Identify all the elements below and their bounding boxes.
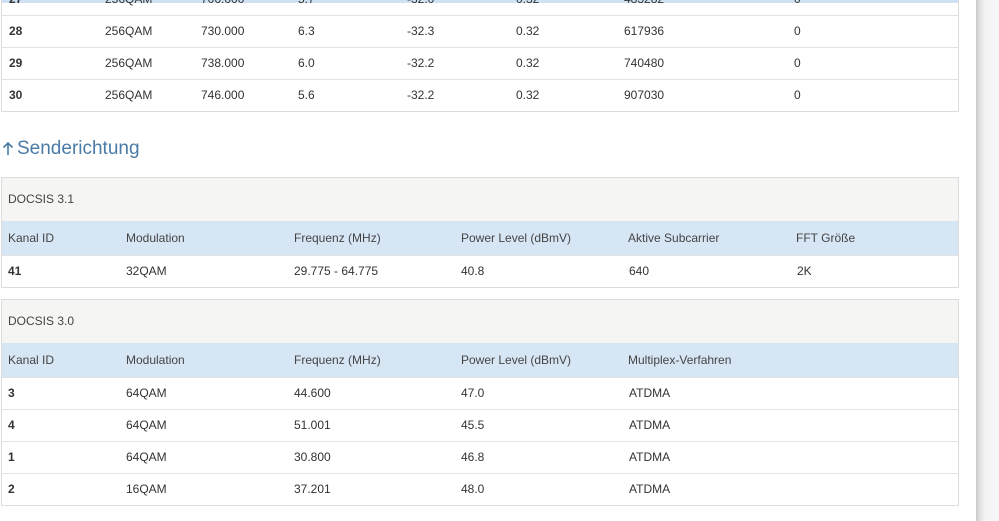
channel-id: 27 bbox=[9, 0, 22, 15]
power-level: 47.0 bbox=[461, 386, 485, 400]
latency: 0.32 bbox=[516, 24, 540, 38]
multiplex: ATDMA bbox=[629, 482, 671, 496]
header-modulation: Modulation bbox=[126, 231, 185, 245]
header-frequency: Frequenz (MHz) bbox=[294, 231, 381, 245]
channel-id: 30 bbox=[9, 88, 23, 102]
frequency: 37.201 bbox=[294, 482, 331, 496]
channel-id: 3 bbox=[8, 386, 15, 400]
channel-id: 1 bbox=[8, 450, 15, 464]
frequency: 29.775 - 64.775 bbox=[294, 264, 379, 278]
table-row: 27 256QAM 706.000 5.7 -32.0 0.32 483282 … bbox=[2, 0, 958, 16]
latency: 0.32 bbox=[516, 56, 540, 70]
downstream-table: 27 256QAM 706.000 5.7 -32.0 0.32 483282 … bbox=[1, 0, 959, 112]
power-level: 48.0 bbox=[461, 482, 485, 496]
mer: -32.2 bbox=[407, 56, 435, 70]
frequency: 706.000 bbox=[201, 0, 244, 15]
modulation: 256QAM bbox=[105, 24, 153, 38]
header-frequency: Frequenz (MHz) bbox=[294, 353, 381, 367]
header-fft-size: FFT Größe bbox=[796, 231, 856, 245]
power-level: 6.3 bbox=[298, 24, 315, 38]
table-row: 41 32QAM 29.775 - 64.775 40.8 640 2K bbox=[2, 255, 958, 287]
power-level: 6.0 bbox=[298, 56, 315, 70]
fft-size: 2K bbox=[797, 264, 812, 278]
table-row: 30 256QAM 746.000 5.6 -32.2 0.32 907030 … bbox=[2, 80, 958, 111]
frequency: 44.600 bbox=[294, 386, 331, 400]
section-title-upstream[interactable]: Senderichtung bbox=[1, 136, 140, 162]
header-modulation: Modulation bbox=[126, 353, 185, 367]
header-multiplex: Multiplex-Verfahren bbox=[628, 353, 732, 367]
channel-id: 29 bbox=[9, 56, 23, 70]
modulation: 256QAM bbox=[105, 56, 153, 70]
corrected-errors: 617936 bbox=[624, 24, 665, 38]
header-active-subcarrier: Aktive Subcarrier bbox=[628, 231, 720, 245]
docsis31-box: DOCSIS 3.1 Kanal ID Modulation Frequenz … bbox=[1, 177, 959, 288]
docsis30-header-row: Kanal ID Modulation Frequenz (MHz) Power… bbox=[2, 343, 958, 377]
latency: 0.32 bbox=[516, 88, 540, 102]
corrected-errors: 483282 bbox=[624, 0, 664, 15]
modulation: 256QAM bbox=[105, 88, 153, 102]
header-channel-id: Kanal ID bbox=[8, 353, 55, 367]
multiplex: ATDMA bbox=[629, 418, 671, 432]
header-power-level: Power Level (dBmV) bbox=[461, 231, 572, 245]
table-row: 1 64QAM 30.800 46.8 ATDMA bbox=[2, 441, 958, 473]
mer: -32.0 bbox=[407, 0, 434, 15]
uncorrectable-errors: 0 bbox=[794, 0, 801, 15]
docsis31-header-row: Kanal ID Modulation Frequenz (MHz) Power… bbox=[2, 221, 958, 255]
modulation: 64QAM bbox=[126, 418, 167, 432]
frequency: 51.001 bbox=[294, 418, 331, 432]
uncorrectable-errors: 0 bbox=[794, 56, 801, 70]
channel-id: 2 bbox=[8, 482, 15, 496]
modulation: 64QAM bbox=[126, 450, 167, 464]
page: 27 256QAM 706.000 5.7 -32.0 0.32 483282 … bbox=[0, 0, 976, 521]
power-level: 40.8 bbox=[461, 264, 485, 278]
frequency: 730.000 bbox=[201, 24, 245, 38]
power-level: 46.8 bbox=[461, 450, 485, 464]
modulation: 64QAM bbox=[126, 386, 167, 400]
table-row: 4 64QAM 51.001 45.5 ATDMA bbox=[2, 409, 958, 441]
header-channel-id: Kanal ID bbox=[8, 231, 55, 245]
header-power-level: Power Level (dBmV) bbox=[461, 353, 572, 367]
docsis30-box: DOCSIS 3.0 Kanal ID Modulation Frequenz … bbox=[1, 299, 959, 506]
arrow-up-icon bbox=[2, 141, 14, 155]
frequency: 738.000 bbox=[201, 56, 245, 70]
page-side-shadow bbox=[976, 0, 999, 521]
modulation: 256QAM bbox=[105, 0, 152, 15]
frequency: 30.800 bbox=[294, 450, 331, 464]
modulation: 32QAM bbox=[126, 264, 167, 278]
docsis30-title: DOCSIS 3.0 bbox=[2, 300, 958, 343]
corrected-errors: 740480 bbox=[624, 56, 665, 70]
table-row: 2 16QAM 37.201 48.0 ATDMA bbox=[2, 473, 958, 505]
table-row: 3 64QAM 44.600 47.0 ATDMA bbox=[2, 377, 958, 409]
power-level: 5.6 bbox=[298, 88, 315, 102]
active-subcarrier: 640 bbox=[629, 264, 650, 278]
uncorrectable-errors: 0 bbox=[794, 24, 801, 38]
channel-id: 28 bbox=[9, 24, 23, 38]
table-row: 28 256QAM 730.000 6.3 -32.3 0.32 617936 … bbox=[2, 16, 958, 48]
frequency: 746.000 bbox=[201, 88, 245, 102]
power-level: 5.7 bbox=[298, 0, 315, 15]
uncorrectable-errors: 0 bbox=[794, 88, 801, 102]
docsis31-title: DOCSIS 3.1 bbox=[2, 178, 958, 221]
multiplex: ATDMA bbox=[629, 450, 671, 464]
latency: 0.32 bbox=[516, 0, 539, 15]
channel-id: 4 bbox=[8, 418, 15, 432]
power-level: 45.5 bbox=[461, 418, 485, 432]
mer: -32.3 bbox=[407, 24, 435, 38]
corrected-errors: 907030 bbox=[624, 88, 665, 102]
multiplex: ATDMA bbox=[629, 386, 671, 400]
modulation: 16QAM bbox=[126, 482, 167, 496]
table-row: 29 256QAM 738.000 6.0 -32.2 0.32 740480 … bbox=[2, 48, 958, 80]
mer: -32.2 bbox=[407, 88, 435, 102]
channel-id: 41 bbox=[8, 264, 22, 278]
section-title-text: Senderichtung bbox=[17, 138, 140, 159]
